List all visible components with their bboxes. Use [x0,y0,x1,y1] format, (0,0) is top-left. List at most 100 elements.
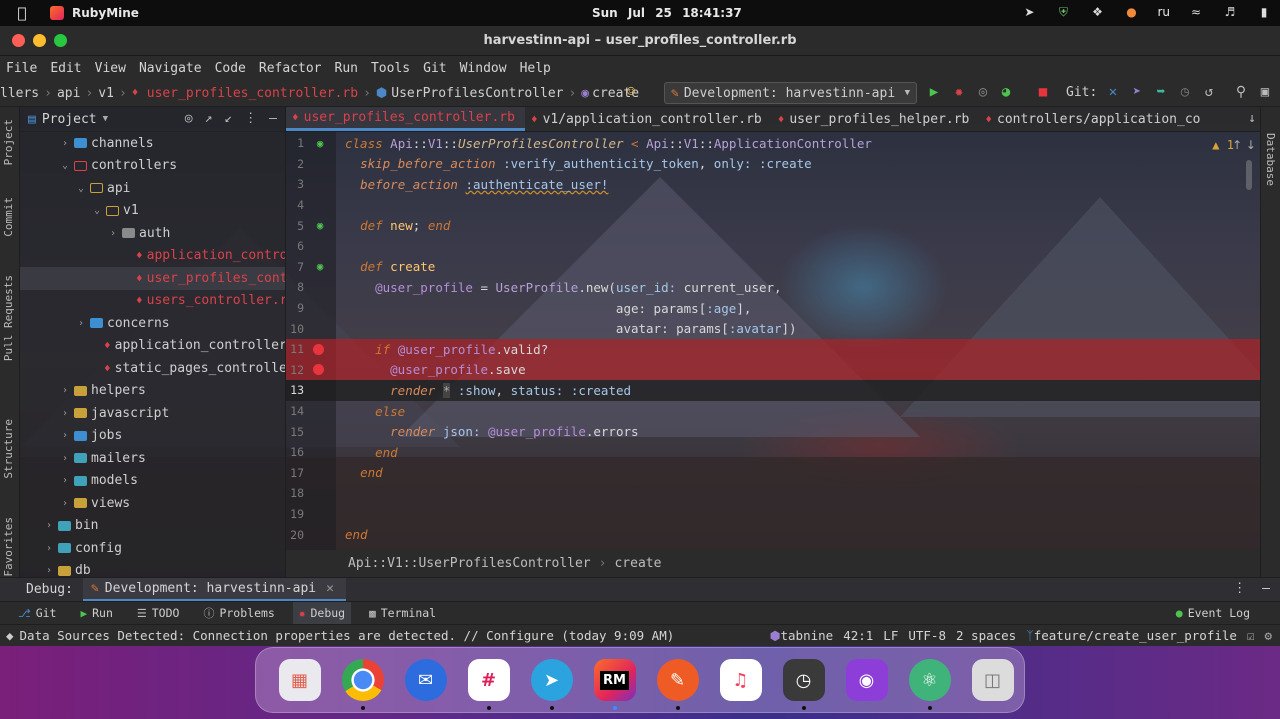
expand-all-icon[interactable]: ↗ [205,111,213,126]
breakpoint-icon[interactable] [313,364,324,376]
toolwindow-run[interactable]: ▶ Run [74,602,118,625]
crumb-api[interactable]: api [57,86,80,101]
chevron-down-icon[interactable]: ⌄ [74,183,88,194]
chevron-down-icon[interactable]: ⌄ [58,160,72,171]
active-app-name[interactable]: RubyMine [72,6,139,20]
collapse-all-icon[interactable]: ↙ [224,111,232,126]
toolwindow-terminal[interactable]: ▩ Terminal [363,602,442,625]
tab-user-profiles-helper[interactable]: ♦ user_profiles_helper.rb [772,107,980,131]
shield-tray-icon[interactable]: ⛨ [1055,4,1071,20]
search-icon[interactable]: ⚲ [1232,84,1250,100]
editor-scrollbar[interactable] [1246,160,1252,190]
dock-slack[interactable]: # [457,647,520,713]
tabs-dropdown-icon[interactable]: ↓ [1248,111,1256,126]
side-tab-favorites[interactable]: Favorites [2,517,15,577]
tree-item[interactable]: ⌄ v1 [20,200,285,223]
run-configuration-select[interactable]: ✎ Development: harvestinn-api ▼ [664,82,917,104]
side-tab-structure[interactable]: Structure [2,419,15,479]
dock-trash[interactable]: ◫ [961,647,1024,713]
dock-launchpad[interactable]: ▦ [268,647,331,713]
menu-edit[interactable]: Edit [44,61,88,76]
slack-tray-icon[interactable]: ❖ [1089,4,1105,20]
side-tab-commit[interactable]: Commit [2,197,15,237]
breakpoint-icon[interactable] [313,343,324,355]
side-tab-project[interactable]: Project [2,119,15,165]
tree-item[interactable]: › mailers [20,447,285,470]
tab-user-profiles-controller[interactable]: ♦ user_profiles_controller.rb [286,107,525,131]
tree-item[interactable]: › jobs [20,425,285,448]
git-update-icon[interactable]: ✕ [1104,84,1122,100]
chevron-right-icon[interactable]: › [42,565,56,576]
history-icon[interactable]: ◷ [1176,84,1194,100]
crumb-class[interactable]: UserProfilesController [391,86,563,101]
crumb-controllers[interactable]: llers [0,86,39,101]
breadcrumb-class[interactable]: Api::V1::UserProfilesController [348,556,591,571]
dock-rubymine[interactable]: RM [583,647,646,713]
tree-item[interactable]: › config [20,537,285,560]
debug-icon[interactable]: ✹ [950,84,968,100]
override-icon[interactable]: ◉ [314,219,326,232]
crumb-v1[interactable]: v1 [98,86,114,101]
chevron-right-icon[interactable]: › [42,520,56,531]
debug-session-tab[interactable]: ✎ Development: harvestinn-api ✕ [82,577,346,602]
close-window-button[interactable] [12,34,25,47]
tree-item[interactable]: ⌄ controllers [20,155,285,178]
tree-item[interactable]: ♦ static_pages_controller. [20,357,285,380]
stop-icon[interactable]: ■ [1034,84,1052,100]
minimize-window-button[interactable] [33,34,46,47]
input-language[interactable]: ru [1157,5,1170,19]
coverage-icon[interactable]: ◎ [974,84,992,100]
menu-help[interactable]: Help [514,61,558,76]
dock-podcasts[interactable]: ◉ [835,647,898,713]
menu-window[interactable]: Window [454,61,514,76]
wifi-icon[interactable]: ≈ [1188,4,1204,20]
dock-clock[interactable]: ◷ [772,647,835,713]
locate-icon[interactable]: ◎ [185,111,193,126]
users-icon[interactable]: ☺ [622,84,640,100]
tab-v1-application-controller[interactable]: ♦ v1/application_controller.rb [525,107,772,131]
profile-icon[interactable]: ◕ [997,84,1015,100]
more-options-icon[interactable]: ⋮ [1233,581,1246,596]
status-message[interactable]: Data Sources Detected: Connection proper… [20,628,675,643]
file-encoding[interactable]: UTF-8 [908,628,946,643]
menu-navigate[interactable]: Navigate [133,61,209,76]
battery-icon[interactable]: ▮ [1256,4,1272,20]
close-icon[interactable]: ✕ [326,581,334,596]
tree-item[interactable]: › concerns [20,312,285,335]
dock-telegram[interactable]: ➤ [520,647,583,713]
volume-icon[interactable]: ♬ [1222,4,1238,20]
tree-item[interactable]: › bin [20,515,285,538]
chevron-right-icon[interactable]: › [58,430,72,441]
toolwindow-debug[interactable]: ✹ Debug [292,601,352,625]
chevron-right-icon[interactable]: › [58,453,72,464]
tree-item[interactable]: ♦ application_contro [20,245,285,268]
tree-item[interactable]: › views [20,492,285,515]
crumb-file[interactable]: user_profiles_controller.rb [147,86,358,101]
event-log-button[interactable]: ● Event Log [1176,606,1250,620]
menu-git[interactable]: Git [417,61,453,76]
avatar-tray-icon[interactable]: ● [1123,4,1139,20]
chevron-down-icon[interactable]: ▼ [103,114,108,124]
menu-run[interactable]: Run [329,61,365,76]
lock-icon[interactable]: ☑ [1247,628,1255,643]
git-push-icon[interactable]: ➤ [1128,84,1146,100]
menu-file[interactable]: File [0,61,44,76]
next-prev-problem-icon[interactable]: ↑ ↓ [1232,138,1256,152]
dock-mail[interactable]: ✉ [394,647,457,713]
chevron-right-icon[interactable]: › [58,475,72,486]
git-branch[interactable]: ᛉfeature/create_user_profile [1026,628,1237,643]
tree-item[interactable]: › channels [20,132,285,155]
memory-indicator-icon[interactable]: ⚙ [1264,628,1272,643]
project-view-select[interactable]: Project [42,112,97,127]
side-tab-pull-requests[interactable]: Pull Requests [2,275,15,361]
override-icon[interactable]: ◉ [314,260,326,273]
indent-setting[interactable]: 2 spaces [956,628,1016,643]
side-tab-database[interactable]: Database [1264,133,1277,186]
toolwindow-git[interactable]: ⎇ Git [12,602,62,625]
hide-panel-icon[interactable]: — [269,111,277,126]
chevron-right-icon[interactable]: › [74,318,88,329]
chevron-right-icon[interactable]: › [58,498,72,509]
dock-postman[interactable]: ✎ [646,647,709,713]
rollback-icon[interactable]: ↺ [1200,84,1218,100]
tabnine-status[interactable]: ⬢tabnine [770,628,834,643]
